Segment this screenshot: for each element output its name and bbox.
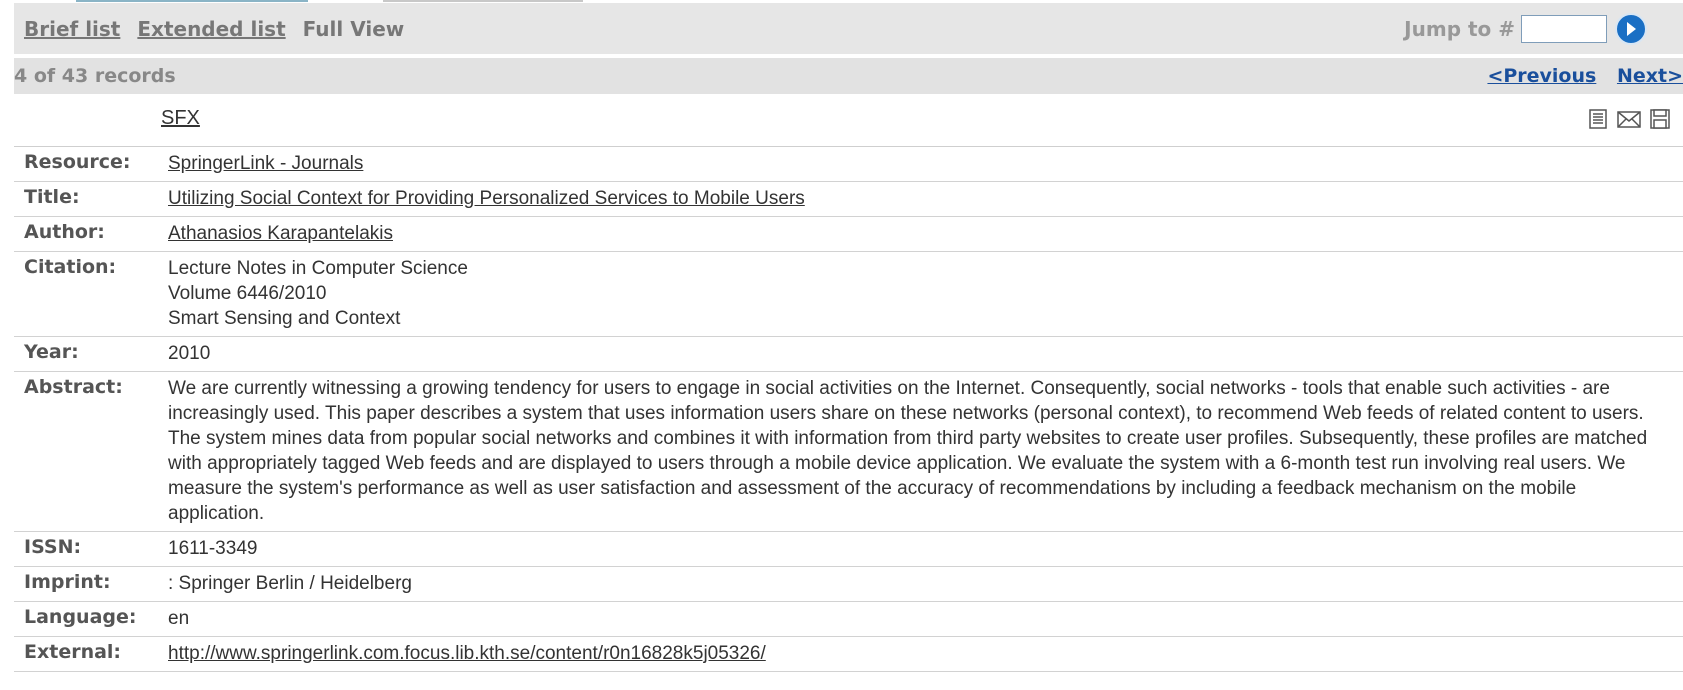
external-link[interactable]: http://www.springerlink.com.focus.lib.kt…	[168, 643, 766, 664]
mail-icon[interactable]	[1615, 108, 1643, 130]
resource-row: Resource: SpringerLink - Journals	[14, 147, 1683, 182]
author-row: Author: Athanasios Karapantelakis	[14, 216, 1683, 252]
jump-label: Jump to #	[1404, 16, 1515, 41]
external-row: External: http://www.springerlink.com.fo…	[14, 636, 1683, 672]
citation-row: Citation: Lecture Notes in Computer Scie…	[14, 251, 1683, 337]
title-row: Title: Utilizing Social Context for Prov…	[14, 181, 1683, 217]
year-value: 2010	[168, 336, 1683, 372]
jump-to-record: Jump to #	[1404, 3, 1647, 54]
author-label: Author:	[14, 216, 168, 252]
jump-input[interactable]	[1521, 14, 1607, 43]
imprint-value: : Springer Berlin / Heidelberg	[168, 566, 1683, 602]
abstract-value: We are currently witnessing a growing te…	[168, 371, 1683, 532]
view-options: Brief list Extended list Full View	[24, 3, 404, 54]
issn-label: ISSN:	[14, 531, 168, 567]
language-row: Language: en	[14, 601, 1683, 637]
previous-record-link[interactable]: <Previous	[1487, 65, 1596, 87]
language-value: en	[168, 601, 1683, 637]
title-label: Title:	[14, 181, 168, 217]
abstract-row: Abstract: We are currently witnessing a …	[14, 371, 1683, 532]
top-tab-indicator	[76, 0, 308, 2]
imprint-label: Imprint:	[14, 566, 168, 602]
top-tab-indicator	[383, 0, 583, 2]
external-label: External:	[14, 636, 168, 672]
go-button[interactable]	[1615, 12, 1647, 45]
author-link[interactable]: Athanasios Karapantelakis	[168, 223, 393, 244]
go-arrow-icon	[1627, 21, 1636, 36]
citation-series: Lecture Notes in Computer Science	[168, 258, 468, 279]
citation-volume: Volume 6446/2010	[168, 283, 327, 304]
record-icon[interactable]	[1587, 108, 1609, 130]
save-icon[interactable]	[1649, 108, 1671, 130]
resource-label: Resource:	[14, 147, 168, 182]
citation-label: Citation:	[14, 251, 168, 337]
citation-value: Lecture Notes in Computer Science Volume…	[168, 251, 1683, 337]
brief-list-link[interactable]: Brief list	[24, 17, 120, 41]
issn-row: ISSN: 1611-3349	[14, 531, 1683, 567]
citation-part: Smart Sensing and Context	[168, 308, 401, 329]
record-actions	[1587, 108, 1671, 130]
record-navigation-bar: 4 of 43 records <Previous Next>	[14, 58, 1683, 94]
title-link[interactable]: Utilizing Social Context for Providing P…	[168, 188, 805, 209]
imprint-row: Imprint: : Springer Berlin / Heidelberg	[14, 566, 1683, 602]
extended-list-link[interactable]: Extended list	[137, 17, 285, 41]
sfx-row: SFX	[14, 94, 1683, 147]
issn-value: 1611-3349	[168, 531, 1683, 567]
abstract-label: Abstract:	[14, 371, 168, 532]
view-navigation-bar: Brief list Extended list Full View Jump …	[14, 3, 1683, 54]
full-view-label: Full View	[302, 16, 405, 41]
next-record-link[interactable]: Next>	[1617, 65, 1683, 87]
year-row: Year: 2010	[14, 336, 1683, 372]
record-details-table: Resource: SpringerLink - Journals Title:…	[14, 147, 1683, 672]
record-count: 4 of 43 records	[14, 65, 176, 87]
sfx-link[interactable]: SFX	[161, 107, 200, 130]
language-label: Language:	[14, 601, 168, 637]
resource-link[interactable]: SpringerLink - Journals	[168, 153, 363, 174]
pagination: <Previous Next>	[1473, 58, 1683, 94]
year-label: Year:	[14, 336, 168, 372]
